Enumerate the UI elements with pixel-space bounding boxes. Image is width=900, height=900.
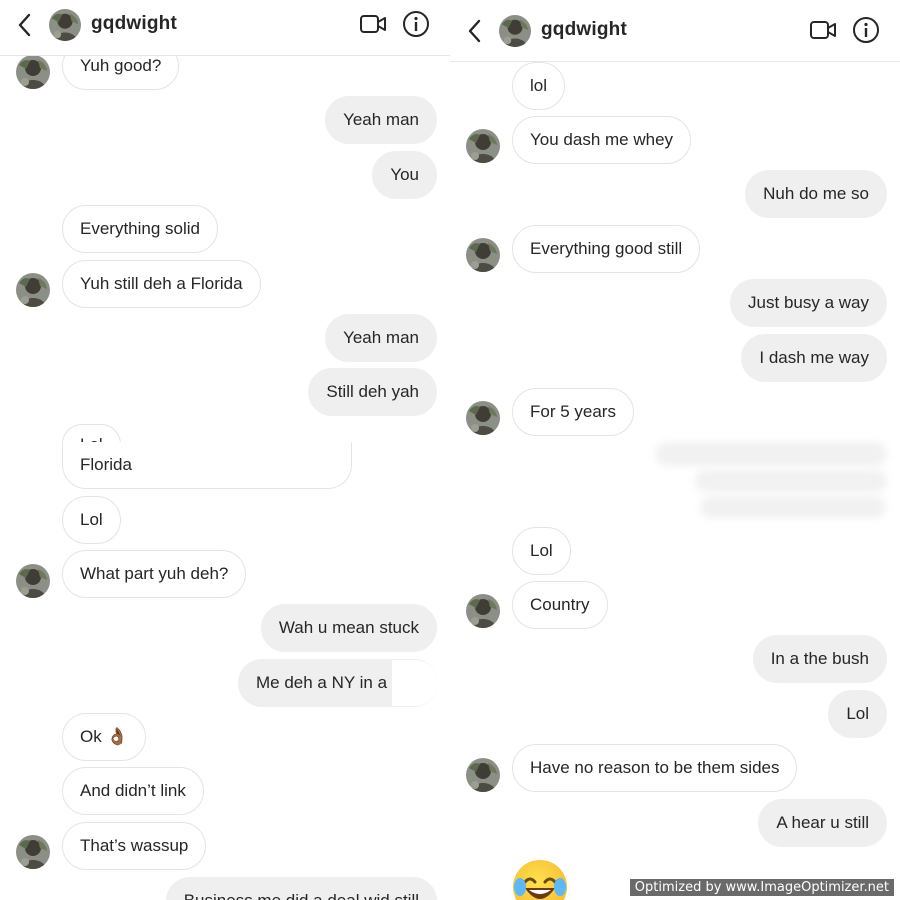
message-bubble-sent[interactable]: Just busy a way <box>730 279 887 327</box>
info-icon[interactable] <box>852 16 880 44</box>
left-conversation-panel: gqdwight Yuh good? Yeah man You Everythi… <box>0 0 450 900</box>
message-bubble-sent[interactable]: Yeah man <box>325 314 437 362</box>
chat-header: gqdwight <box>450 0 900 62</box>
message-bubble-sent[interactable]: Still deh yah <box>308 368 437 416</box>
message-bubble-sent[interactable]: Wah u mean stuck <box>260 604 437 652</box>
message-bubble-received[interactable]: Florida <box>62 442 352 489</box>
message-bubble-received[interactable]: And didn’t link <box>62 767 204 815</box>
message-bubble-received[interactable]: That’s wassup <box>62 822 207 870</box>
message-bubble-received[interactable]: Everything good still <box>512 225 701 273</box>
chat-header: gqdwight <box>0 0 450 56</box>
chevron-left-icon[interactable] <box>464 17 488 45</box>
tears-of-joy-emoji-icon[interactable] <box>513 860 567 900</box>
redacted-message <box>655 442 887 466</box>
sender-avatar[interactable] <box>466 401 500 435</box>
message-bubble-sent[interactable]: A hear u still <box>758 799 887 847</box>
sender-avatar[interactable] <box>16 564 50 598</box>
sender-avatar[interactable] <box>466 238 500 272</box>
redaction-mark <box>392 660 438 706</box>
redacted-message <box>695 470 887 492</box>
video-call-icon[interactable] <box>359 12 387 36</box>
message-bubble-sent[interactable]: Yeah man <box>325 96 437 144</box>
info-icon[interactable] <box>402 10 430 38</box>
message-bubble-sent[interactable]: In a the bush <box>752 635 887 683</box>
message-bubble-received[interactable]: You dash me whey <box>512 116 692 164</box>
sender-avatar[interactable] <box>16 273 50 307</box>
message-bubble-sent[interactable]: Business me did a deal wid still <box>165 877 437 900</box>
right-conversation-panel: gqdwight lol You dash me whey Nuh do me … <box>450 0 900 900</box>
message-bubble-received[interactable]: Yuh still deh a Florida <box>62 260 261 308</box>
header-avatar[interactable] <box>499 15 531 47</box>
message-bubble-received[interactable]: What part yuh deh? <box>62 550 247 598</box>
message-bubble-sent[interactable]: Lol <box>828 690 887 738</box>
header-avatar[interactable] <box>49 9 81 41</box>
message-bubble-received[interactable]: For 5 years <box>512 388 634 436</box>
sender-avatar[interactable] <box>466 129 500 163</box>
message-bubble-received[interactable]: Lol <box>62 496 121 544</box>
message-bubble-sent[interactable]: Nuh do me so <box>745 170 887 218</box>
watermark-text: Optimized by www.ImageOptimizer.net <box>629 879 894 896</box>
message-bubble-received[interactable]: Country <box>512 581 608 629</box>
chevron-left-icon[interactable] <box>14 11 38 39</box>
message-bubble-sent[interactable]: You <box>372 151 437 199</box>
sender-avatar[interactable] <box>466 758 500 792</box>
message-bubble-received[interactable]: Have no reason to be them sides <box>512 744 798 792</box>
message-bubble-received[interactable]: Ok 👌🏾 <box>62 713 146 761</box>
sender-avatar[interactable] <box>16 55 50 89</box>
username-title[interactable]: gqdwight <box>541 19 627 41</box>
sender-avatar[interactable] <box>466 594 500 628</box>
redacted-message <box>700 496 886 518</box>
video-call-icon[interactable] <box>809 18 837 42</box>
username-title[interactable]: gqdwight <box>91 13 177 35</box>
message-bubble-received[interactable]: Everything solid <box>62 205 219 253</box>
message-bubble-sent[interactable]: I dash me way <box>741 334 887 382</box>
message-bubble-received[interactable]: Lol <box>512 527 571 575</box>
message-bubble-received[interactable]: lol <box>512 62 566 110</box>
sender-avatar[interactable] <box>16 835 50 869</box>
